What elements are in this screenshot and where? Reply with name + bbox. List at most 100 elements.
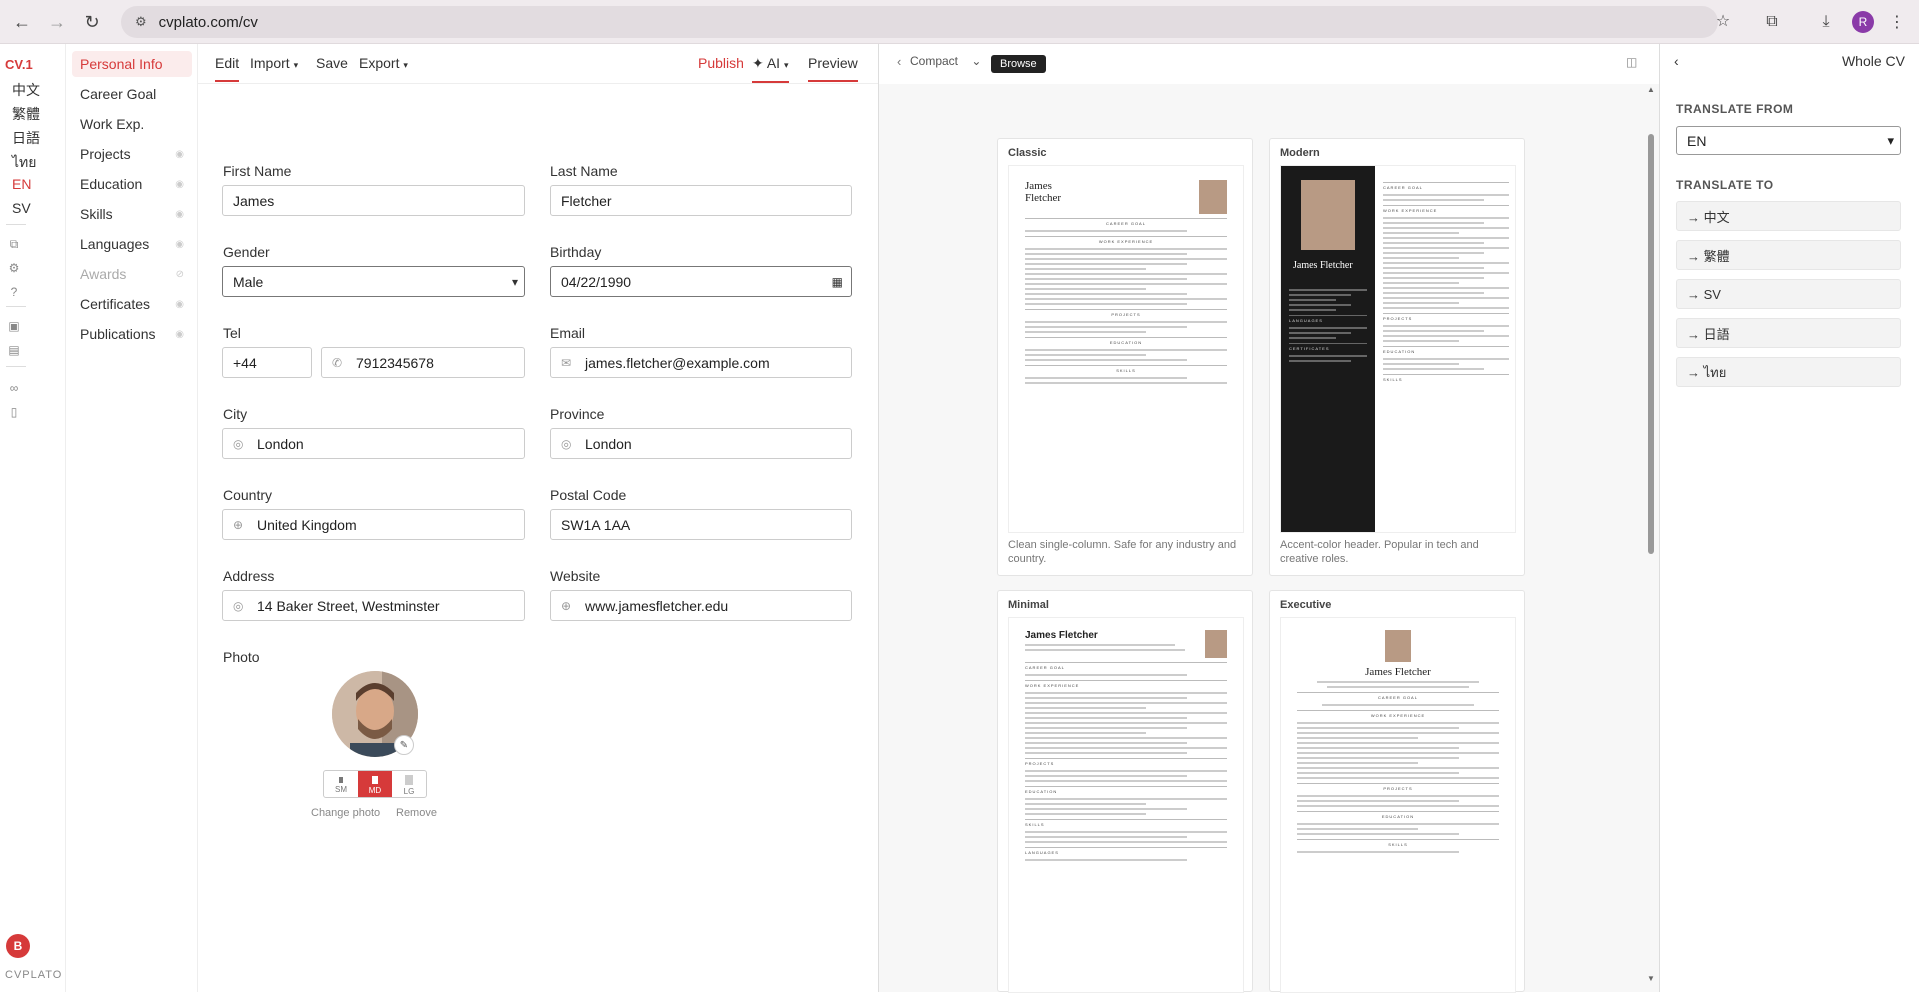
change-photo-link[interactable]: Change photo xyxy=(311,807,380,819)
template-card-minimal[interactable]: Minimal James Fletcher CAREER GOAL WORK … xyxy=(997,590,1253,993)
tab-preview[interactable]: Preview xyxy=(808,55,858,82)
import-menu[interactable]: Import ▾ xyxy=(250,55,298,71)
sidebar-item-certificates[interactable]: Certificates ◉ xyxy=(72,291,192,317)
publish-button[interactable]: Publish xyxy=(698,55,744,71)
email-label: Email xyxy=(550,325,586,341)
lang-sv[interactable]: SV xyxy=(12,200,31,216)
translate-from-select[interactable]: EN xyxy=(1676,126,1901,155)
translate-to-th-button[interactable]: → ไทย xyxy=(1676,357,1901,387)
template-card-classic[interactable]: Classic James Fletcher CAREER GOAL WORK E… xyxy=(997,138,1253,576)
site-info-icon[interactable]: ⚙ xyxy=(135,14,147,30)
email-input[interactable]: ✉ james.fletcher@example.com xyxy=(550,347,852,378)
cv-text-line xyxy=(1025,349,1227,351)
website-input[interactable]: ⊕ www.jamesfletcher.edu xyxy=(550,590,852,621)
birthday-input[interactable]: 04/22/1990 ▦ xyxy=(550,266,852,297)
link-icon[interactable]: ∞ xyxy=(6,380,22,396)
translate-to-sv-button[interactable]: → SV xyxy=(1676,279,1901,309)
tel-input[interactable]: ✆ 7912345678 xyxy=(321,347,525,378)
sidebar-item-publications[interactable]: Publications ◉ xyxy=(72,321,192,347)
preview-scrollbar[interactable]: ▲ ▼ xyxy=(1647,85,1655,984)
remove-photo-link[interactable]: Remove xyxy=(396,807,437,819)
cv-section-title: WORK EXPERIENCE xyxy=(1383,205,1509,213)
ai-menu[interactable]: ✦ AI ▾ xyxy=(752,55,789,83)
template-card-modern[interactable]: Modern James Fletcher LANGUAGES CERTIFIC… xyxy=(1269,138,1525,576)
sidebar-item-skills[interactable]: Skills ◉ xyxy=(72,201,192,227)
tab-edit[interactable]: Edit xyxy=(215,55,240,82)
last-name-value: Fletcher xyxy=(561,192,612,209)
lang-zh[interactable]: 中文 xyxy=(12,80,40,100)
sidebar-item-work-exp[interactable]: Work Exp. xyxy=(72,111,192,137)
browse-button[interactable]: Browse xyxy=(991,55,1046,73)
calendar-icon[interactable]: ▦ xyxy=(832,275,843,289)
collapse-panel-icon[interactable]: ‹ xyxy=(1674,53,1679,69)
reload-icon[interactable]: ↻ xyxy=(80,10,104,34)
country-input[interactable]: ⊕ United Kingdom xyxy=(222,509,525,540)
tel-country-code-input[interactable]: +44 xyxy=(222,347,312,378)
visibility-eye-icon[interactable]: ◉ xyxy=(175,179,184,190)
translate-to-ja-button[interactable]: → 日語 xyxy=(1676,318,1901,348)
photo-size-lg[interactable]: LG xyxy=(392,771,426,797)
lang-th[interactable]: ไทย xyxy=(12,152,36,174)
import-label: Import xyxy=(250,55,290,71)
postal-code-label: Postal Code xyxy=(550,487,627,503)
save-button[interactable]: Save xyxy=(316,55,348,71)
clipboard-icon[interactable]: ▯ xyxy=(6,404,22,420)
cv-text-line xyxy=(1383,335,1509,337)
lang-zh-tw[interactable]: 繁體 xyxy=(12,104,40,124)
back-icon[interactable]: ← xyxy=(10,10,34,34)
city-input[interactable]: ◎ London xyxy=(222,428,525,459)
cv-text-line xyxy=(1383,227,1509,229)
lang-ja[interactable]: 日語 xyxy=(12,128,40,148)
visibility-hidden-icon[interactable]: ⊘ xyxy=(176,269,184,280)
province-input[interactable]: ◎ London xyxy=(550,428,852,459)
menu-kebab-icon[interactable]: ⋮ xyxy=(1885,10,1909,34)
settings-icon[interactable]: ⚙ xyxy=(6,260,22,276)
sidebar-item-personal-info[interactable]: Personal Info xyxy=(72,51,192,77)
scroll-up-icon[interactable]: ▲ xyxy=(1647,85,1655,94)
layout-icon[interactable]: ▤ xyxy=(6,342,22,358)
cv-text-line xyxy=(1025,649,1185,651)
preview-toolbar: ‹ Compact ⌄ Browse ◫ xyxy=(879,44,1659,84)
sidebar-item-career-goal[interactable]: Career Goal xyxy=(72,81,192,107)
copy-icon[interactable]: ⧉ xyxy=(6,236,22,252)
split-view-icon[interactable]: ◫ xyxy=(1626,55,1637,69)
view-mode-select[interactable]: Compact ⌄ xyxy=(909,53,982,69)
download-icon[interactable]: ⤓ xyxy=(1814,10,1838,34)
help-icon[interactable]: ? xyxy=(6,284,22,300)
first-name-input[interactable]: James xyxy=(222,185,525,216)
profile-avatar[interactable]: R xyxy=(1852,11,1874,33)
template-description: Clean single-column. Safe for any indust… xyxy=(1008,539,1237,565)
last-name-input[interactable]: Fletcher xyxy=(550,185,852,216)
translate-to-zh-tw-button[interactable]: → 繁體 xyxy=(1676,240,1901,270)
address-bar[interactable]: ⚙ cvplato.com/cv xyxy=(121,6,1718,38)
sidebar-item-education[interactable]: Education ◉ xyxy=(72,171,192,197)
gender-select[interactable]: Male xyxy=(222,266,525,297)
chevron-left-icon[interactable]: ‹ xyxy=(897,54,901,69)
template-card-executive[interactable]: Executive James Fletcher CAREER GOAL WOR… xyxy=(1269,590,1525,993)
visibility-eye-icon[interactable]: ◉ xyxy=(175,149,184,160)
forward-icon[interactable]: → xyxy=(45,10,69,34)
photo-size-md[interactable]: MD xyxy=(358,771,392,797)
briefcase-icon[interactable]: ▣ xyxy=(6,318,22,334)
scrollbar-thumb[interactable] xyxy=(1648,134,1654,554)
cv-text-line xyxy=(1025,268,1147,270)
cv-version-label[interactable]: CV.1 xyxy=(5,57,33,72)
extensions-icon[interactable]: ⧉ xyxy=(1760,10,1784,34)
user-avatar[interactable]: B xyxy=(6,934,30,958)
visibility-eye-icon[interactable]: ◉ xyxy=(175,329,184,340)
sidebar-item-languages[interactable]: Languages ◉ xyxy=(72,231,192,257)
visibility-eye-icon[interactable]: ◉ xyxy=(175,299,184,310)
scroll-down-icon[interactable]: ▼ xyxy=(1647,974,1655,983)
translate-to-zh-button[interactable]: → 中文 xyxy=(1676,201,1901,231)
sidebar-item-awards[interactable]: Awards ⊘ xyxy=(72,261,192,287)
photo-size-sm[interactable]: SM xyxy=(324,771,358,797)
bookmark-star-icon[interactable]: ☆ xyxy=(1711,9,1735,33)
visibility-eye-icon[interactable]: ◉ xyxy=(175,239,184,250)
visibility-eye-icon[interactable]: ◉ xyxy=(175,209,184,220)
edit-photo-icon[interactable]: ✎ xyxy=(394,735,414,755)
address-input[interactable]: ◎ 14 Baker Street, Westminster xyxy=(222,590,525,621)
sidebar-item-projects[interactable]: Projects ◉ xyxy=(72,141,192,167)
postal-code-input[interactable]: SW1A 1AA xyxy=(550,509,852,540)
export-menu[interactable]: Export ▾ xyxy=(359,55,408,71)
lang-en[interactable]: EN xyxy=(12,176,31,192)
